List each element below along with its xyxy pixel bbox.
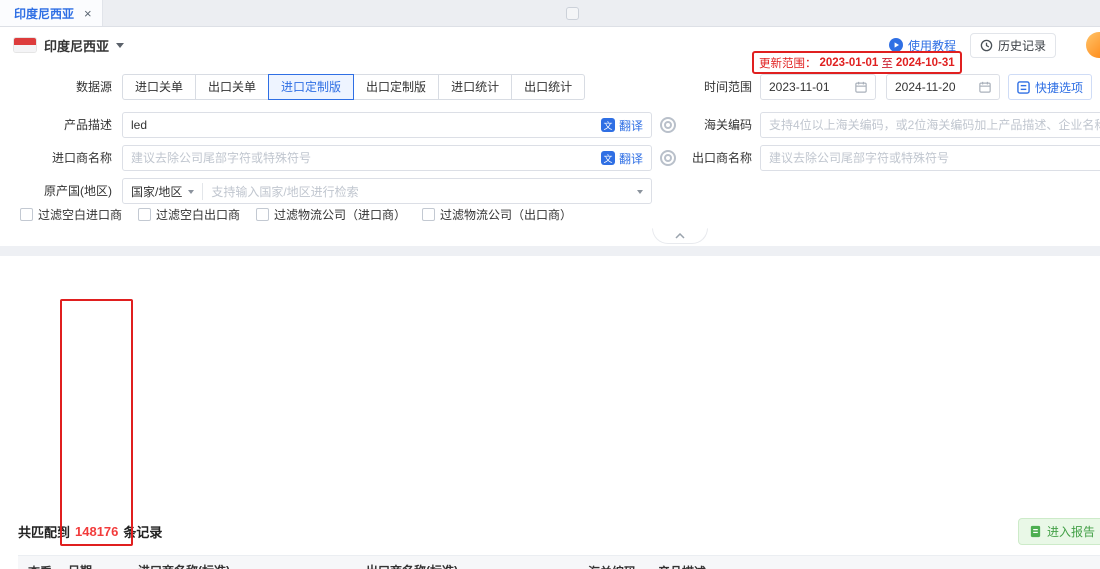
date-to-input[interactable]: 2024-11-20: [886, 74, 1000, 100]
filter-checkbox[interactable]: 过滤空白出口商: [138, 206, 240, 223]
checkbox-label: 过滤物流公司（进口商）: [274, 206, 406, 223]
results-table: 查看日期进口商名称(标准)出口商名称(标准)海关编码产品描述 2024-10-3…: [18, 555, 1100, 569]
filter-checkbox[interactable]: 过滤物流公司（进口商）: [256, 206, 406, 223]
product-desc-input[interactable]: [131, 118, 593, 132]
column-header: 查看: [18, 556, 62, 569]
importer-label: 进口商名称: [8, 145, 112, 171]
column-header[interactable]: 进口商名称(标准): [132, 556, 360, 569]
filter-checkbox[interactable]: 过滤空白进口商: [20, 206, 122, 223]
translate-button[interactable]: 文 翻译: [601, 117, 643, 134]
summary-suffix: 条记录: [123, 522, 162, 541]
translate-icon: 文: [601, 118, 615, 132]
tab-close-icon[interactable]: ×: [84, 6, 92, 21]
chevron-down-icon[interactable]: [116, 43, 124, 52]
data-source-tab[interactable]: 出口关单: [195, 74, 269, 100]
report-icon: [1029, 525, 1042, 538]
origin-country-inputbox[interactable]: 国家/地区 支持输入国家/地区进行检索: [122, 178, 652, 204]
data-source-tab[interactable]: 进口关单: [122, 74, 196, 100]
grid-icon: [1017, 81, 1030, 94]
summary-prefix: 共匹配到: [18, 522, 70, 541]
match-count: 148176: [75, 524, 118, 539]
product-desc-label: 产品描述: [8, 112, 112, 138]
checkbox-icon[interactable]: [256, 208, 269, 221]
calendar-icon: [855, 81, 867, 93]
clock-icon: [980, 39, 993, 52]
play-circle-icon: [889, 38, 903, 52]
exporter-inputbox: [760, 145, 1100, 171]
importer-input[interactable]: [131, 151, 593, 165]
collapse-panel-button[interactable]: [652, 228, 708, 244]
trade-data-app: 印度尼西亚 × 印度尼西亚 使用教程 历史记录 更新范围： 2023-01-01…: [0, 0, 1100, 569]
hs-code-label: 海关编码: [640, 112, 752, 138]
update-range-from: 2023-01-01: [820, 57, 879, 69]
update-range-label: 更新范围：: [759, 55, 817, 71]
data-source-label: 数据源: [8, 74, 112, 100]
date-to-value: 2024-11-20: [895, 80, 956, 94]
indonesia-flag-icon: [14, 38, 36, 52]
enter-report-label: 进入报告: [1047, 523, 1095, 540]
checkbox-label: 过滤空白出口商: [156, 206, 240, 223]
update-range-annotation: 更新范围： 2023-01-01 至 2024-10-31: [752, 51, 962, 74]
country-title: 印度尼西亚: [44, 36, 109, 55]
importer-inputbox: 文 翻译: [122, 145, 652, 171]
history-button[interactable]: 历史记录: [970, 33, 1056, 58]
enter-report-button[interactable]: 进入报告: [1018, 518, 1100, 545]
chevron-down-icon: [188, 190, 194, 197]
checkbox-icon[interactable]: [422, 208, 435, 221]
column-header[interactable]: 日期: [62, 556, 132, 569]
product-desc-inputbox: 文 翻译: [122, 112, 652, 138]
filter-checkbox[interactable]: 过滤物流公司（出口商）: [422, 206, 572, 223]
data-source-tab[interactable]: 出口定制版: [353, 74, 439, 100]
data-source-tab[interactable]: 进口统计: [438, 74, 512, 100]
chevron-up-icon: [675, 233, 685, 239]
origin-placeholder: 支持输入国家/地区进行检索: [211, 183, 358, 200]
tab-scroll-icon[interactable]: [566, 7, 579, 20]
exporter-label: 出口商名称: [640, 145, 752, 171]
update-range-to-word: 至: [881, 55, 893, 71]
hs-code-inputbox: [760, 112, 1100, 138]
checkbox-label: 过滤空白进口商: [38, 206, 122, 223]
date-from-input[interactable]: 2023-11-01: [760, 74, 876, 100]
checkbox-icon[interactable]: [138, 208, 151, 221]
origin-country-label: 原产国(地区): [8, 178, 112, 204]
data-source-tab[interactable]: 出口统计: [511, 74, 585, 100]
tab-indonesia[interactable]: 印度尼西亚 ×: [0, 0, 103, 26]
table-header-row: 查看日期进口商名称(标准)出口商名称(标准)海关编码产品描述: [18, 556, 1100, 569]
translate-icon: 文: [601, 151, 615, 165]
history-label: 历史记录: [998, 37, 1046, 54]
quick-options-label: 快捷选项: [1035, 79, 1083, 96]
tab-label: 印度尼西亚: [14, 5, 74, 22]
translate-button[interactable]: 文 翻译: [601, 150, 643, 167]
update-range-to: 2024-10-31: [896, 57, 955, 69]
exporter-input[interactable]: [769, 151, 1100, 165]
calendar-icon: [979, 81, 991, 93]
results-summary: 共匹配到 148176 条记录: [18, 522, 162, 541]
column-header[interactable]: 出口商名称(标准): [360, 556, 582, 569]
data-source-tabs: 进口关单出口关单进口定制版出口定制版进口统计出口统计: [122, 74, 585, 100]
filter-checkbox-row: 过滤空白进口商 过滤空白出口商 过滤物流公司（进口商） 过滤物流公司（出口商）: [20, 206, 572, 223]
checkbox-icon[interactable]: [20, 208, 33, 221]
hs-code-input[interactable]: [769, 118, 1100, 132]
origin-country-select[interactable]: 国家/地区: [131, 183, 203, 200]
date-from-value: 2023-11-01: [769, 80, 830, 94]
chevron-down-icon: [637, 190, 643, 197]
data-source-tab[interactable]: 进口定制版: [268, 74, 354, 100]
checkbox-label: 过滤物流公司（出口商）: [440, 206, 572, 223]
quick-options-button[interactable]: 快捷选项: [1008, 74, 1092, 100]
time-range-label: 时间范围: [640, 74, 752, 100]
panel-divider: [0, 246, 1100, 256]
tab-bar: 印度尼西亚 ×: [0, 0, 1100, 27]
column-header: 海关编码: [582, 556, 652, 569]
origin-select-label: 国家/地区: [131, 183, 182, 200]
results-panel: 共匹配到 148176 条记录 进入报告 查看日期进口商名称(标准)出口商名称(…: [0, 256, 1100, 569]
column-header: 产品描述: [652, 556, 1100, 569]
